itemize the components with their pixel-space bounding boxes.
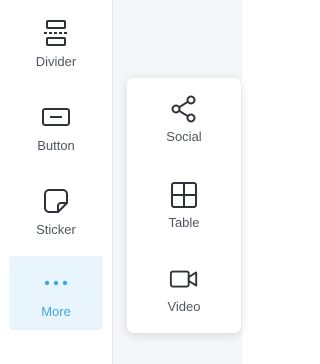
sidebar-item-sticker[interactable]: Sticker	[9, 176, 103, 250]
sidebar-item-label: Sticker	[36, 222, 76, 237]
sidebar: Divider Button Sticker More	[0, 0, 112, 364]
menu-item-table[interactable]: Table	[127, 165, 241, 241]
divider-icon	[41, 18, 71, 48]
table-icon	[169, 180, 199, 210]
sidebar-item-label: Divider	[35, 54, 77, 69]
sidebar-item-button[interactable]: Button	[9, 92, 103, 166]
more-elements-popup: Social Table Video	[127, 78, 241, 333]
menu-item-label: Table	[168, 215, 200, 230]
button-icon	[41, 102, 71, 132]
menu-item-label: Video	[167, 299, 201, 314]
menu-item-social[interactable]: Social	[127, 80, 241, 156]
sidebar-item-label: More	[41, 304, 71, 319]
sidebar-item-label: Button	[37, 138, 75, 153]
share-icon	[169, 94, 199, 124]
sticker-icon	[41, 186, 71, 216]
sidebar-item-divider[interactable]: Divider	[9, 8, 103, 82]
menu-item-video[interactable]: Video	[127, 250, 241, 326]
sidebar-item-more[interactable]: More	[9, 256, 103, 330]
menu-item-label: Social	[166, 129, 202, 144]
more-dots-icon	[41, 268, 71, 298]
video-icon	[169, 264, 199, 294]
